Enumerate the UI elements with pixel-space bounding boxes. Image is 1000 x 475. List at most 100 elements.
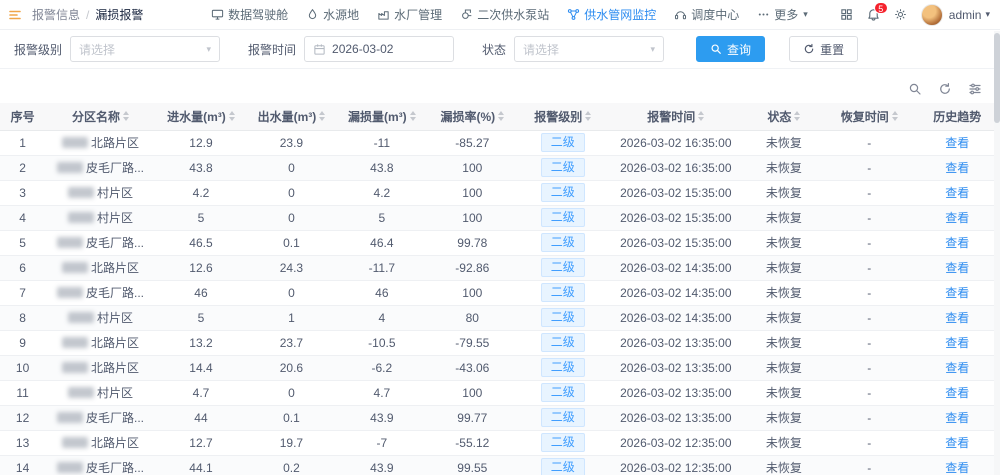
nav-item-pipe-network[interactable]: 供水管网监控 [567,6,656,23]
column-header-label: 出水量(m³) [257,109,317,124]
loss-volume: 43.9 [370,410,394,425]
menu-toggle-icon[interactable] [8,8,22,22]
notification-bell-icon[interactable]: 5 [867,2,888,21]
column-header[interactable]: 报警级别 [517,103,608,131]
avatar[interactable] [920,3,943,26]
nav-item-water-source[interactable]: 水源地 [306,6,359,23]
sort-icon[interactable] [123,111,129,122]
alarm-time-input[interactable]: 2026-03-02 [304,36,455,62]
recover-time: - [867,185,872,200]
nav-item-water-plant[interactable]: 水厂管理 [377,6,442,23]
view-link[interactable]: 查看 [945,261,969,275]
row-index: 11 [16,385,29,400]
redacted-text [67,187,94,198]
view-link[interactable]: 查看 [945,361,969,375]
loss-volume: -6.2 [371,360,393,375]
alarm-level-select[interactable]: 请选择 ▾ [70,36,221,62]
sort-icon[interactable] [698,111,705,122]
view-link[interactable]: 查看 [945,336,969,350]
column-header[interactable]: 漏损率(%) [427,103,518,131]
loss-volume: -7 [376,435,388,450]
status-text: 未恢复 [765,236,802,250]
alarm-time-value: 2026-03-02 [332,42,394,56]
breadcrumb-parent[interactable]: 报警信息 [32,6,80,23]
status-text: 未恢复 [765,286,802,300]
redacted-text [56,162,83,173]
nav-item-more[interactable]: 更多 ▾ [757,6,808,23]
column-header-label: 漏损量(m³) [348,109,407,124]
sort-icon[interactable] [794,111,801,122]
view-link[interactable]: 查看 [945,386,969,400]
column-header-label: 报警级别 [534,109,583,124]
column-header[interactable]: 恢复时间 [824,103,915,131]
more-icon [757,8,770,21]
reset-button[interactable]: 重置 [789,36,859,62]
sort-icon[interactable] [498,111,505,122]
search-button[interactable]: 查询 [696,36,766,62]
scrollbar-thumb[interactable] [994,33,1000,123]
sort-icon[interactable] [585,111,592,122]
view-link[interactable]: 查看 [945,136,969,150]
view-link[interactable]: 查看 [945,436,969,450]
table-search-icon[interactable] [908,82,922,96]
apps-grid-icon[interactable] [840,8,853,21]
column-header[interactable]: 报警时间 [607,103,744,131]
view-link[interactable]: 查看 [945,186,969,200]
in-volume: 4.2 [192,185,210,200]
column-header[interactable]: 漏损量(m³) [336,103,428,131]
loss-volume: 43.9 [370,460,394,475]
view-link[interactable]: 查看 [945,161,969,175]
in-volume: 12.9 [189,135,213,150]
status-select[interactable]: 请选择 ▾ [514,36,665,62]
user-menu[interactable]: admin ▾ [949,8,990,22]
sort-icon[interactable] [891,111,898,122]
loss-volume: 4.7 [373,385,391,400]
sort-icon[interactable] [228,111,235,122]
alarm-table-panel: 序号 分区名称 进水量(m³) 出水量(m³) 漏损量(m³) 漏损率(%) 报警级别 报警时… [0,75,1000,475]
column-header: 序号 [0,103,46,131]
table-body: 1 北路片区 12.9 23.9 -11 -85.27 二级 2026-03-0… [0,130,1000,475]
column-header[interactable]: 分区名称 [45,103,156,131]
recover-time: - [867,260,872,275]
in-volume: 4.7 [192,385,210,400]
table-row: 5 皮毛厂路... 46.5 0.1 46.4 99.78 二级 2026-03… [0,230,1000,256]
nav-item-dispatch-center[interactable]: 调度中心 [674,6,739,23]
settings-gear-icon[interactable] [894,8,907,21]
column-header[interactable]: 状态 [743,103,825,131]
status-text: 未恢复 [765,311,802,325]
out-volume: 0.2 [283,460,300,475]
row-index: 12 [15,410,30,425]
loss-rate: -43.06 [455,360,490,375]
level-tag: 二级 [540,233,585,252]
nav-item-label: 调度中心 [691,8,740,22]
pipe-network-icon [567,8,580,21]
alarm-time: 2026-03-02 16:35:00 [620,160,732,175]
table-column-settings-icon[interactable] [968,82,982,96]
recover-time: - [867,360,872,375]
table-refresh-icon[interactable] [938,82,952,96]
water-source-icon [306,8,319,21]
status-text: 未恢复 [765,386,802,400]
loss-volume: -10.5 [368,335,396,350]
loss-volume: 46 [375,285,389,300]
loss-rate: -79.55 [455,335,490,350]
view-link[interactable]: 查看 [945,236,969,250]
loss-rate: 80 [465,310,479,325]
vertical-scrollbar[interactable] [994,31,1000,475]
out-volume: 0.1 [283,235,300,250]
view-link[interactable]: 查看 [945,311,969,325]
view-link[interactable]: 查看 [945,461,969,475]
column-header[interactable]: 出水量(m³) [246,103,337,131]
level-tag: 二级 [540,308,585,327]
sort-icon[interactable] [409,111,416,122]
loss-rate: -55.12 [455,435,490,450]
view-link[interactable]: 查看 [945,286,969,300]
view-link[interactable]: 查看 [945,411,969,425]
view-link[interactable]: 查看 [945,211,969,225]
nav-item-dashboard[interactable]: 数据驾驶舱 [211,6,288,23]
sort-icon[interactable] [319,111,326,122]
row-index: 13 [15,435,30,450]
column-header[interactable]: 进水量(m³) [155,103,247,131]
table-row: 9 北路片区 13.2 23.7 -10.5 -79.55 二级 2026-03… [0,330,1000,356]
nav-item-pump-station[interactable]: 二次供水泵站 [460,6,549,23]
